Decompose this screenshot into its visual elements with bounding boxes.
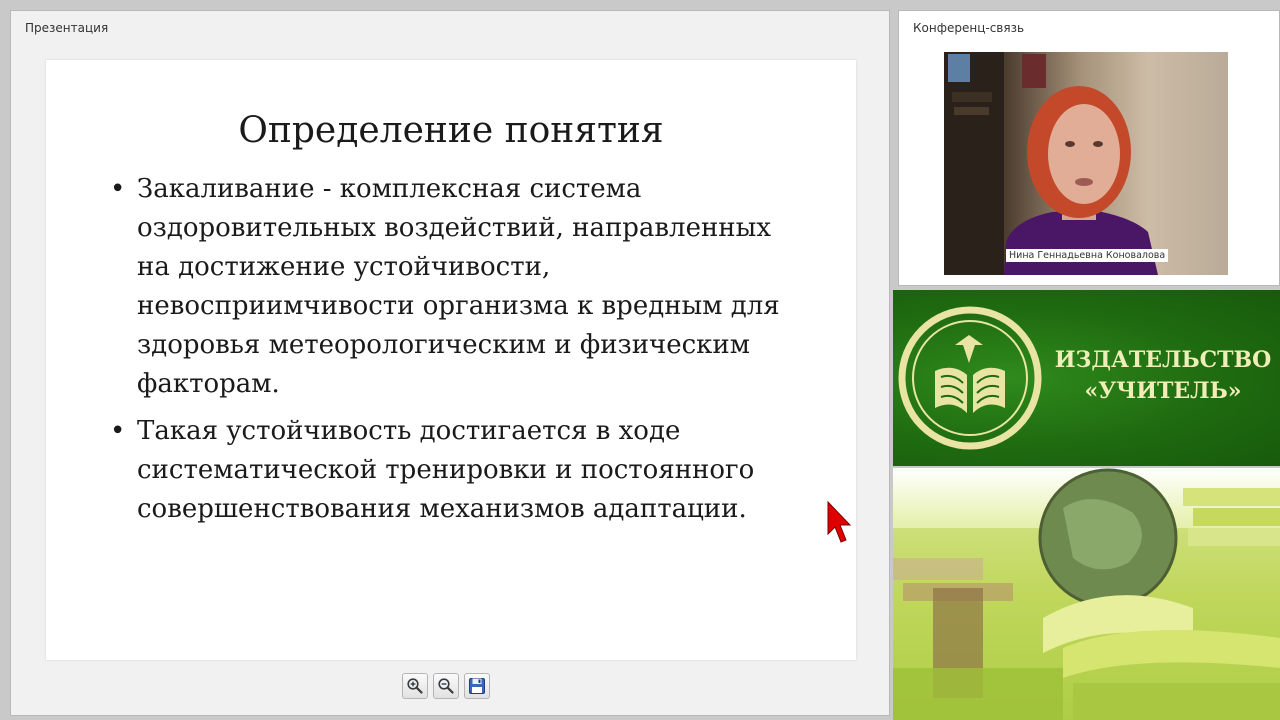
presentation-toolbar xyxy=(402,670,500,702)
slide-bullet-item: • Закаливание - комплексная система оздо… xyxy=(110,170,800,404)
conference-panel: Конференц-связь Нина Геннадьевна Коновал… xyxy=(898,10,1280,286)
zoom-out-icon xyxy=(438,678,454,694)
slide-bullet-list: • Закаливание - комплексная система оздо… xyxy=(110,170,800,537)
floppy-disk-icon xyxy=(469,678,485,694)
publisher-name: ИЗДАТЕЛЬСТВО «УЧИТЕЛЬ» xyxy=(1053,345,1273,407)
slide-title: Определение понятия xyxy=(238,110,664,151)
presentation-panel: Презентация Определение понятия • Закали… xyxy=(10,10,890,716)
conference-panel-title: Конференц-связь xyxy=(913,21,1025,35)
slide-bullet-text: Закаливание - комплексная система оздоро… xyxy=(137,174,780,399)
presentation-panel-title: Презентация xyxy=(25,21,109,35)
publisher-name-line2: «УЧИТЕЛЬ» xyxy=(1084,378,1242,404)
mouse-pointer-icon xyxy=(827,500,852,543)
publisher-banner: ИЗДАТЕЛЬСТВО «УЧИТЕЛЬ» xyxy=(893,290,1280,466)
bullet-marker: • xyxy=(110,416,126,446)
speaker-name-caption: Нина Геннадьевна Коновалова xyxy=(1006,249,1169,262)
zoom-out-button[interactable] xyxy=(433,673,459,699)
zoom-in-icon xyxy=(407,678,423,694)
speaker-video-frame xyxy=(944,52,1158,275)
speaker-video: Нина Геннадьевна Коновалова xyxy=(944,52,1228,275)
save-button[interactable] xyxy=(464,673,490,699)
publisher-name-line1: ИЗДАТЕЛЬСТВО xyxy=(1054,347,1272,373)
bullet-marker: • xyxy=(110,174,126,204)
books-and-globe-illustration xyxy=(893,468,1280,720)
decorative-books-image xyxy=(893,468,1280,720)
zoom-in-button[interactable] xyxy=(402,673,428,699)
slide-bullet-text: Такая устойчивость достигается в ходе си… xyxy=(137,416,755,524)
slide: Определение понятия • Закаливание - комп… xyxy=(46,60,856,660)
slide-bullet-item: • Такая устойчивость достигается в ходе … xyxy=(110,412,800,529)
open-book-emblem-icon xyxy=(898,306,1042,450)
